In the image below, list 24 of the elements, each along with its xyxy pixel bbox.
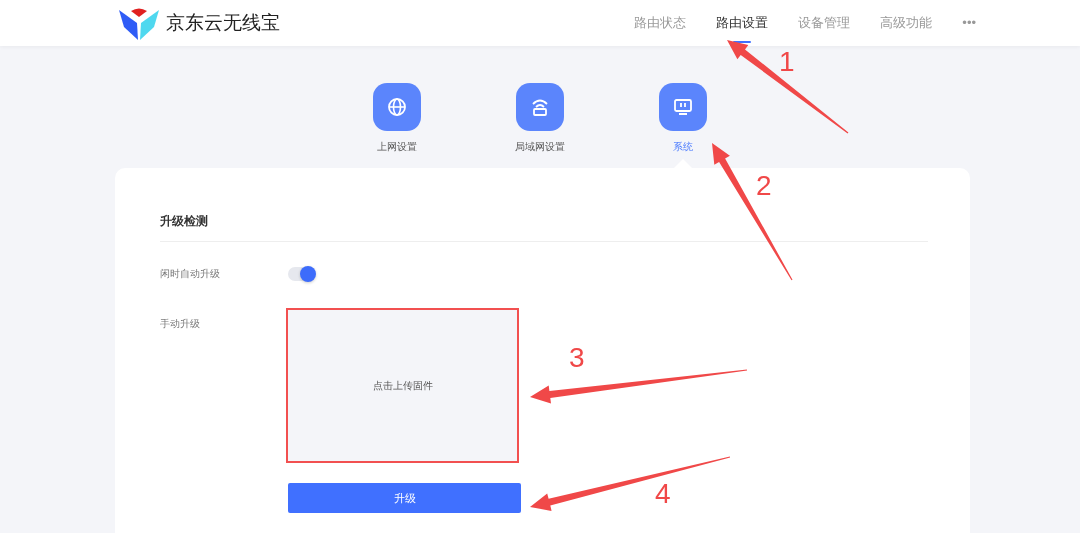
globe-icon bbox=[387, 97, 407, 117]
category-button[interactable] bbox=[516, 83, 564, 131]
upload-area[interactable]: 点击上传固件 bbox=[286, 308, 519, 463]
brand-name: 京东云无线宝 bbox=[166, 10, 280, 35]
category-label: 局域网设置 bbox=[515, 140, 565, 154]
category-label: 系统 bbox=[673, 140, 693, 154]
nav-tab[interactable]: 设备管理 bbox=[798, 5, 851, 41]
monitor-icon bbox=[673, 97, 693, 117]
upgrade-button[interactable]: 升级 bbox=[288, 483, 521, 513]
nav-tab[interactable]: 高级功能 bbox=[880, 5, 933, 41]
router-icon bbox=[530, 97, 550, 117]
annotation-number: 3 bbox=[569, 344, 585, 372]
setting-label: 手动升级 bbox=[159, 317, 201, 331]
annotation-number: 2 bbox=[756, 172, 772, 200]
category-button[interactable] bbox=[373, 83, 421, 131]
nav-tab[interactable]: ••• bbox=[962, 5, 976, 41]
category-label: 上网设置 bbox=[377, 140, 417, 154]
nav-tab[interactable]: 路由状态 bbox=[634, 5, 687, 41]
toggle-switch[interactable] bbox=[288, 266, 314, 281]
setting-label: 闲时自动升级 bbox=[159, 267, 221, 281]
nav-tab[interactable]: 路由设置 bbox=[716, 5, 769, 41]
annotation-number: 4 bbox=[655, 480, 671, 508]
category-button[interactable] bbox=[659, 83, 707, 131]
annotation-number: 1 bbox=[779, 48, 795, 76]
